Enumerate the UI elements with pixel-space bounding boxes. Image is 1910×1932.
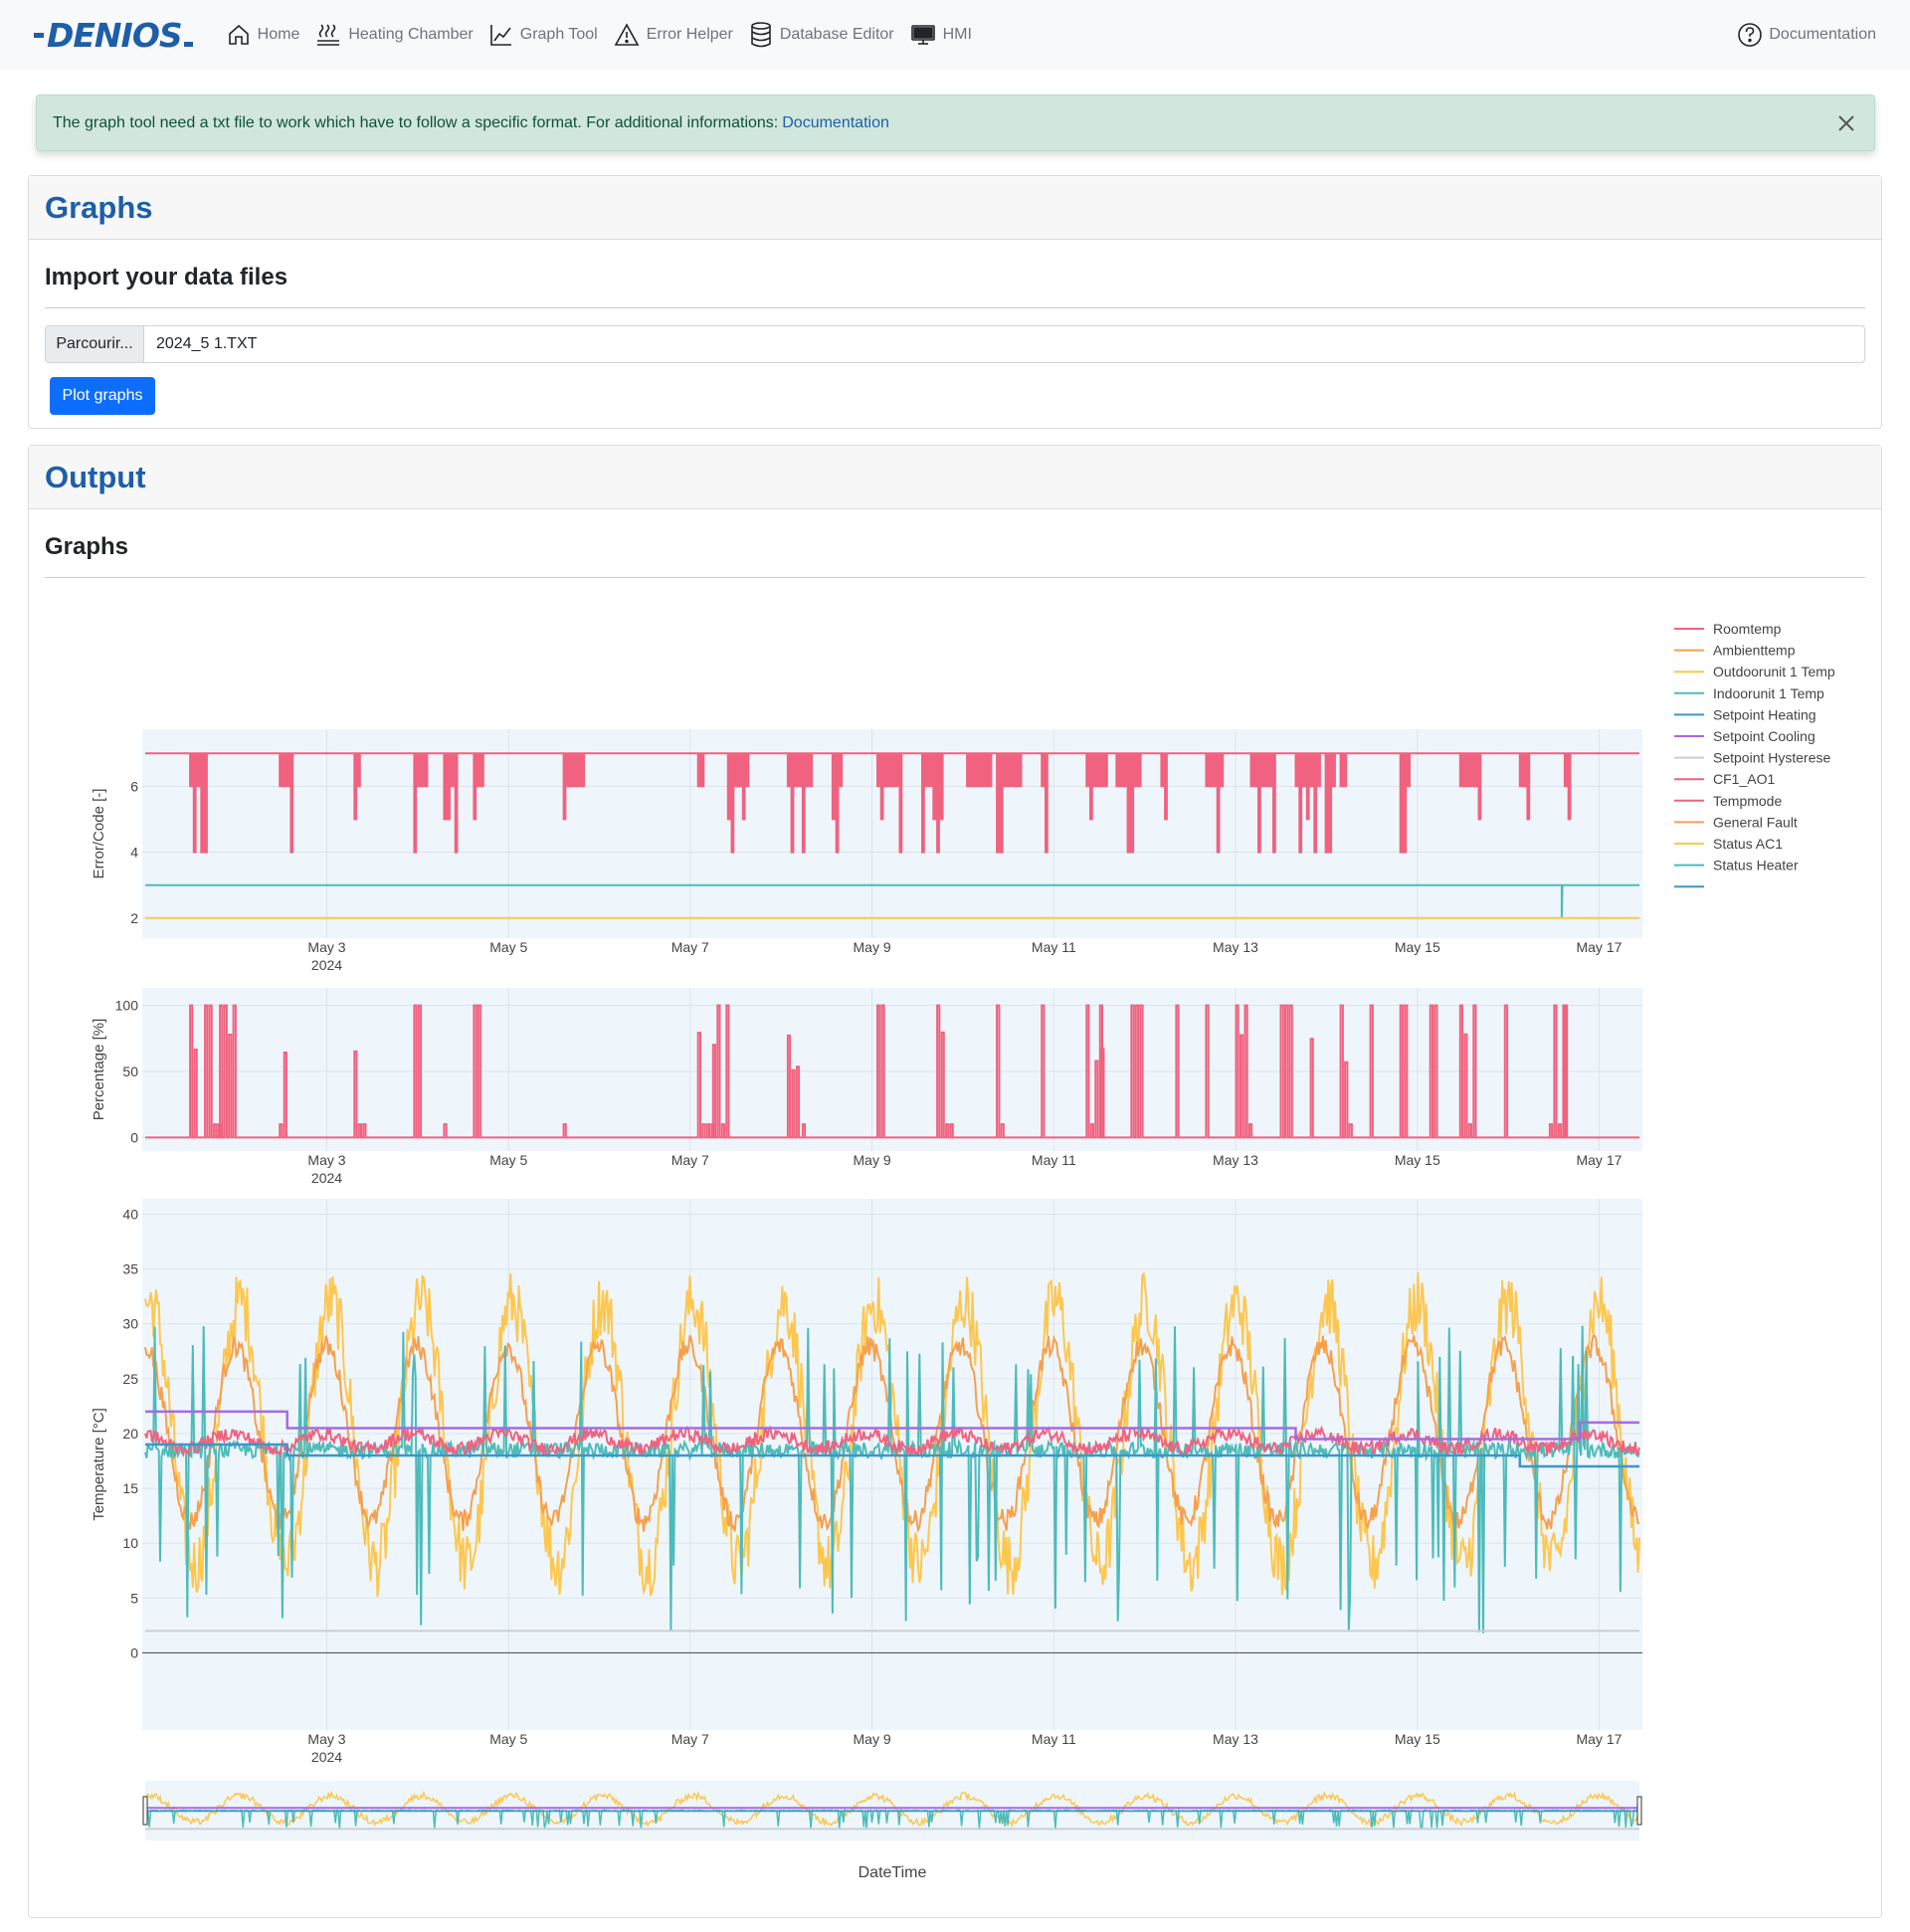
y-axis-label: Percentage [%] <box>91 1019 107 1121</box>
legend-label: Outdoorunit 1 Temp <box>1713 664 1835 679</box>
y-tick-label: 0 <box>130 1644 138 1660</box>
y-tick-label: 2 <box>130 910 138 926</box>
subplot-1: 2 4 6 May 3 May 5 May 7 May 9 May 11 May 13 May 1… <box>91 729 1642 973</box>
legend-item[interactable]: Tempmode <box>1674 793 1782 809</box>
x-tick-label: May 17 <box>1576 939 1622 955</box>
y-tick-label: 100 <box>115 998 139 1014</box>
x-tick-label: May 9 <box>854 1731 891 1747</box>
x-tick-label: May 7 <box>671 1152 709 1168</box>
y-tick-label: 4 <box>130 845 138 861</box>
x-tick-label: May 3 <box>307 1731 345 1747</box>
x-tick-label: May 11 <box>1032 1152 1076 1168</box>
x-tick-label: May 15 <box>1395 939 1440 955</box>
x-tick-label: May 15 <box>1395 1731 1440 1747</box>
x-tick-label: May 9 <box>854 1152 891 1168</box>
y-tick-label: 40 <box>122 1207 138 1223</box>
x-tick-label: May 17 <box>1576 1152 1622 1168</box>
legend-label: Indoorunit 1 Temp <box>1713 685 1824 701</box>
x-tick-label: May 13 <box>1213 939 1258 955</box>
legend-label: Setpoint Cooling <box>1713 728 1815 744</box>
x-tick-year-label: 2024 <box>311 957 342 973</box>
x-tick-label: May 9 <box>854 939 891 955</box>
legend-label: CF1_AO1 <box>1713 771 1775 787</box>
x-tick-label: May 5 <box>489 1731 527 1747</box>
x-tick-label: May 17 <box>1576 1731 1622 1747</box>
range-slider-handle[interactable] <box>1636 1796 1642 1826</box>
y-tick-label: 0 <box>130 1129 138 1145</box>
y-tick-label: 25 <box>122 1371 138 1387</box>
range-slider <box>142 1781 1642 1840</box>
x-tick-label: May 5 <box>489 1152 527 1168</box>
x-tick-label: May 11 <box>1032 939 1076 955</box>
legend-label: Ambienttemp <box>1713 643 1796 659</box>
legend-label: Tempmode <box>1713 793 1782 809</box>
legend-item[interactable]: Status AC1 <box>1674 836 1783 852</box>
x-tick-label: May 13 <box>1213 1731 1258 1747</box>
subplot-3: 0 5 10 15 20 25 30 35 40 May 3 May 5 May 7 May 9 May … <box>91 1199 1642 1765</box>
x-tick-label: May 15 <box>1395 1152 1440 1168</box>
graphs-figure: 2 4 6 May 3 May 5 May 7 May 9 May 11 May 13 May 1… <box>91 621 1835 1881</box>
y-tick-label: 10 <box>122 1535 138 1551</box>
legend-label: Setpoint Heating <box>1713 706 1816 722</box>
x-tick-label: May 11 <box>1032 1731 1076 1747</box>
y-tick-label: 30 <box>122 1316 138 1332</box>
y-tick-label: 35 <box>122 1261 138 1277</box>
legend-item[interactable]: Setpoint Cooling <box>1674 728 1815 744</box>
x-axis-label: DateTime <box>859 1864 927 1881</box>
y-tick-label: 5 <box>130 1590 138 1606</box>
y-tick-label: 50 <box>122 1063 138 1079</box>
subplot-2: 0 50 100 May 3 May 5 May 7 May 9 May 11 May 13 Ma… <box>91 988 1642 1186</box>
x-tick-label: May 3 <box>307 1152 345 1168</box>
x-tick-label: May 3 <box>307 939 345 955</box>
y-tick-label: 6 <box>130 778 138 794</box>
y-axis-label: Error/Code [-] <box>91 789 107 879</box>
legend-label: Setpoint Hysterese <box>1713 750 1830 766</box>
y-tick-label: 20 <box>122 1426 138 1442</box>
x-tick-year-label: 2024 <box>311 1170 342 1186</box>
legend-item[interactable]: General Fault <box>1674 814 1798 830</box>
x-tick-label: May 7 <box>671 939 709 955</box>
y-axis-label: Temperature [°C] <box>91 1408 107 1521</box>
x-tick-label: May 13 <box>1213 1152 1258 1168</box>
legend-label: Roomtemp <box>1713 621 1782 637</box>
legend-label: General Fault <box>1713 814 1798 830</box>
legend: Roomtemp Ambienttemp Outdoorunit 1 Temp Ind… <box>1674 621 1835 888</box>
legend-label: Status Heater <box>1713 858 1799 873</box>
legend-item[interactable]: Roomtemp <box>1674 621 1782 637</box>
legend-item[interactable]: Ambienttemp <box>1674 643 1796 659</box>
legend-item[interactable]: CF1_AO1 <box>1674 771 1775 787</box>
x-tick-year-label: 2024 <box>311 1749 342 1765</box>
legend-label: Status AC1 <box>1713 836 1783 852</box>
legend-item[interactable]: Outdoorunit 1 Temp <box>1674 664 1835 679</box>
legend-item[interactable]: Setpoint Hysterese <box>1674 750 1830 766</box>
legend-item[interactable]: Indoorunit 1 Temp <box>1674 685 1824 701</box>
range-slider-handle[interactable] <box>142 1796 148 1826</box>
y-tick-label: 15 <box>122 1480 138 1496</box>
x-tick-label: May 7 <box>671 1731 709 1747</box>
x-tick-label: May 5 <box>489 939 527 955</box>
legend-item[interactable]: Status Heater <box>1674 858 1799 873</box>
legend-item[interactable]: Setpoint Heating <box>1674 706 1816 722</box>
